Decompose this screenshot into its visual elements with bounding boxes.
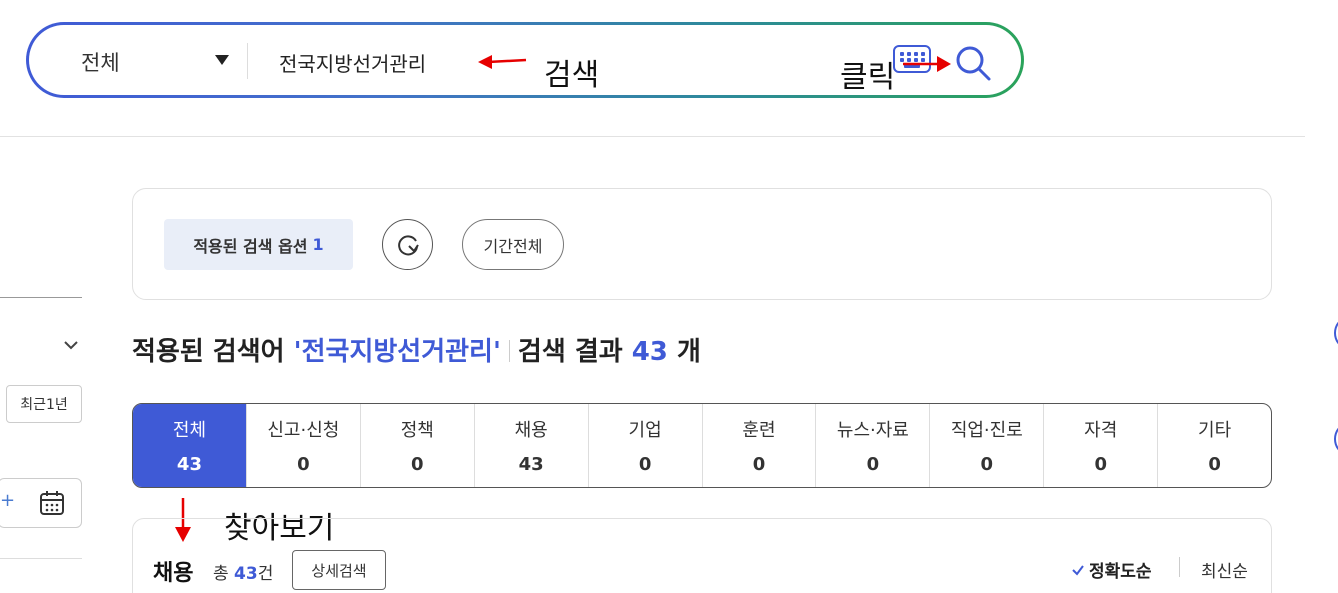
- tab-label: 직업·진로: [950, 420, 1023, 441]
- headline-separator: [508, 340, 510, 362]
- tab-label: 전체: [172, 420, 207, 441]
- detail-search-button[interactable]: 상세검색: [292, 550, 386, 590]
- tab-label: 신고·신청: [267, 420, 340, 441]
- applied-options-count: 1: [312, 235, 324, 254]
- page: 전체 전국지방선거관리 검색 클릭 최근1년 + 적용된 검색 옵션 1 기간전…: [0, 0, 1338, 593]
- tab-count: 0: [752, 454, 766, 475]
- tab-label: 자격: [1084, 420, 1118, 441]
- period-recent-year-button[interactable]: 최근1년: [6, 385, 82, 423]
- tab-recruitment[interactable]: 채용 43: [475, 404, 589, 487]
- tab-training[interactable]: 훈련 0: [703, 404, 817, 487]
- tab-etc[interactable]: 기타 0: [1158, 404, 1271, 487]
- tab-count: 0: [411, 454, 424, 475]
- tab-count: 0: [980, 454, 994, 475]
- tab-count: 0: [866, 454, 880, 475]
- tab-count: 0: [297, 454, 310, 475]
- sort-divider: [1179, 557, 1180, 577]
- tab-label: 훈련: [742, 420, 776, 441]
- tab-policy[interactable]: 정책 0: [361, 404, 475, 487]
- tab-certificate[interactable]: 자격 0: [1044, 404, 1159, 487]
- search-input[interactable]: 전국지방선거관리: [279, 48, 426, 77]
- sort-accuracy-label: 정확도순: [1089, 562, 1152, 582]
- headline-result-label: 검색 결과: [517, 337, 623, 367]
- search-annotation-arrow-icon: [478, 55, 527, 69]
- side-floating-button[interactable]: [1334, 318, 1338, 348]
- refresh-icon: [397, 234, 419, 255]
- date-plus-icon: +: [0, 490, 16, 511]
- sidebar-divider-bottom: [0, 558, 82, 559]
- tab-count: 0: [1094, 454, 1107, 475]
- results-total: 총 43건: [213, 559, 273, 584]
- search-result-headline: 적용된 검색어 '전국지방선거관리' 검색 결과 43 개: [132, 331, 701, 368]
- results-total-suffix: 건: [257, 564, 274, 584]
- tab-company[interactable]: 기업 0: [589, 404, 703, 487]
- search-scope-select[interactable]: 전체: [81, 47, 120, 77]
- results-section: 채용 총 43건 상세검색 정확도순 최신순: [132, 518, 1272, 593]
- tab-label: 정책: [400, 420, 434, 441]
- applied-options-chip: 적용된 검색 옵션 1: [164, 219, 353, 270]
- tab-all[interactable]: 전체 43: [133, 404, 247, 487]
- headline-prefix: 적용된 검색어: [132, 337, 285, 367]
- sort-accuracy-option[interactable]: 정확도순: [1071, 557, 1152, 582]
- click-annotation: 클릭: [840, 60, 896, 95]
- tab-news[interactable]: 뉴스·자료 0: [816, 404, 931, 487]
- headline-keyword: '전국지방선거관리': [293, 337, 501, 367]
- period-all-filter-button[interactable]: 기간전체: [462, 219, 564, 270]
- applied-options-label: 적용된 검색 옵션: [193, 236, 308, 256]
- reset-options-button[interactable]: [382, 219, 433, 270]
- results-total-count: 43: [234, 564, 258, 584]
- applied-options-card: 적용된 검색 옵션 1 기간전체: [132, 188, 1272, 300]
- header-divider: [0, 136, 1305, 137]
- check-icon: [1072, 564, 1084, 576]
- headline-count: 43: [631, 337, 668, 367]
- dropdown-arrow-icon[interactable]: [215, 55, 229, 65]
- click-annotation-arrow-icon: [903, 56, 951, 72]
- tab-count: 43: [176, 454, 202, 475]
- search-annotation: 검색: [544, 58, 600, 93]
- category-tabs: 전체 43 신고·신청 0 정책 0 채용 43 기업 0 훈련 0 뉴스·자료…: [132, 403, 1272, 488]
- tab-count: 0: [638, 454, 652, 475]
- calendar-icon[interactable]: [38, 489, 66, 517]
- side-floating-button-2[interactable]: [1334, 424, 1338, 454]
- search-icon[interactable]: [953, 43, 993, 83]
- headline-unit: 개: [676, 337, 701, 367]
- tab-career[interactable]: 직업·진로 0: [930, 404, 1045, 487]
- chevron-down-icon[interactable]: [62, 336, 80, 354]
- tab-label: 뉴스·자료: [836, 420, 909, 441]
- tab-label: 채용: [514, 420, 548, 441]
- tab-label: 기타: [1198, 420, 1232, 441]
- results-title: 채용: [153, 561, 194, 586]
- search-divider: [247, 43, 248, 79]
- results-total-prefix: 총: [213, 564, 229, 584]
- tab-count: 0: [1208, 454, 1221, 475]
- tab-report-apply[interactable]: 신고·신청 0: [247, 404, 361, 487]
- tab-label: 기업: [628, 420, 662, 441]
- tab-count: 43: [518, 454, 544, 475]
- sidebar-divider: [0, 297, 82, 298]
- sort-latest-option[interactable]: 최신순: [1201, 557, 1248, 582]
